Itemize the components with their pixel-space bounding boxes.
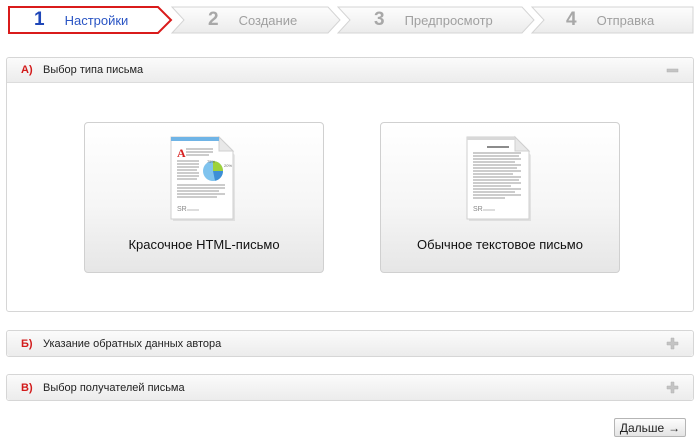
wizard-steps: 1 Настройки 2 Создание 3 Предпросмотр 4 … (6, 6, 694, 34)
panel-header[interactable]: В) Выбор получателей письма (7, 375, 693, 400)
step-send[interactable]: 4 Отправка (566, 6, 654, 34)
step-label: Отправка (596, 12, 655, 28)
panel-title: Указание обратных данных автора (43, 337, 222, 350)
card-label: Красочное HTML-письмо (128, 237, 280, 252)
panel-letter-type: А) Выбор типа письма A 75% 20% SR Красоч… (6, 57, 694, 312)
svg-text:SR: SR (177, 206, 187, 213)
panel-header[interactable]: Б) Указание обратных данных автора (7, 331, 693, 356)
step-number: 3 (374, 9, 385, 30)
step-number: 1 (34, 9, 45, 30)
html-letter-card[interactable]: A 75% 20% SR Красочное HTML-письмо (84, 122, 324, 273)
next-button[interactable]: Дальше → (614, 418, 686, 437)
svg-text:75%: 75% (207, 159, 215, 164)
step-preview[interactable]: 3 Предпросмотр (374, 6, 493, 34)
panel-title: Выбор получателей письма (43, 381, 185, 394)
step-number: 4 (566, 9, 577, 30)
panel-letter: Б) (21, 337, 33, 350)
panel-title: Выбор типа письма (43, 64, 144, 76)
panel-header[interactable]: А) Выбор типа письма (7, 58, 693, 83)
step-label: Предпросмотр (404, 12, 493, 28)
step-create[interactable]: 2 Создание (208, 6, 297, 34)
svg-text:A: A (177, 146, 186, 160)
step-label: Настройки (64, 12, 129, 28)
step-settings[interactable]: 1 Настройки (34, 6, 128, 34)
step-number: 2 (208, 9, 219, 30)
arrow-right-icon: → (668, 420, 681, 435)
card-label: Обычное текстовое письмо (417, 237, 583, 252)
next-button-label: Дальше (619, 420, 665, 435)
panel-letter: А) (21, 64, 33, 76)
svg-text:20%: 20% (224, 163, 232, 168)
svg-text:SR: SR (473, 206, 483, 213)
collapse-icon[interactable] (666, 64, 679, 77)
expand-icon[interactable] (666, 337, 679, 350)
text-letter-card[interactable]: SR Обычное текстовое письмо (380, 122, 620, 273)
panel-letter: В) (21, 381, 33, 394)
panel-recipients: В) Выбор получателей письма (6, 374, 694, 401)
html-document-icon: A 75% 20% SR (170, 135, 235, 221)
step-label: Создание (238, 12, 298, 28)
panel-author-data: Б) Указание обратных данных автора (6, 330, 694, 357)
text-document-icon: SR (466, 135, 531, 221)
expand-icon[interactable] (666, 381, 679, 394)
